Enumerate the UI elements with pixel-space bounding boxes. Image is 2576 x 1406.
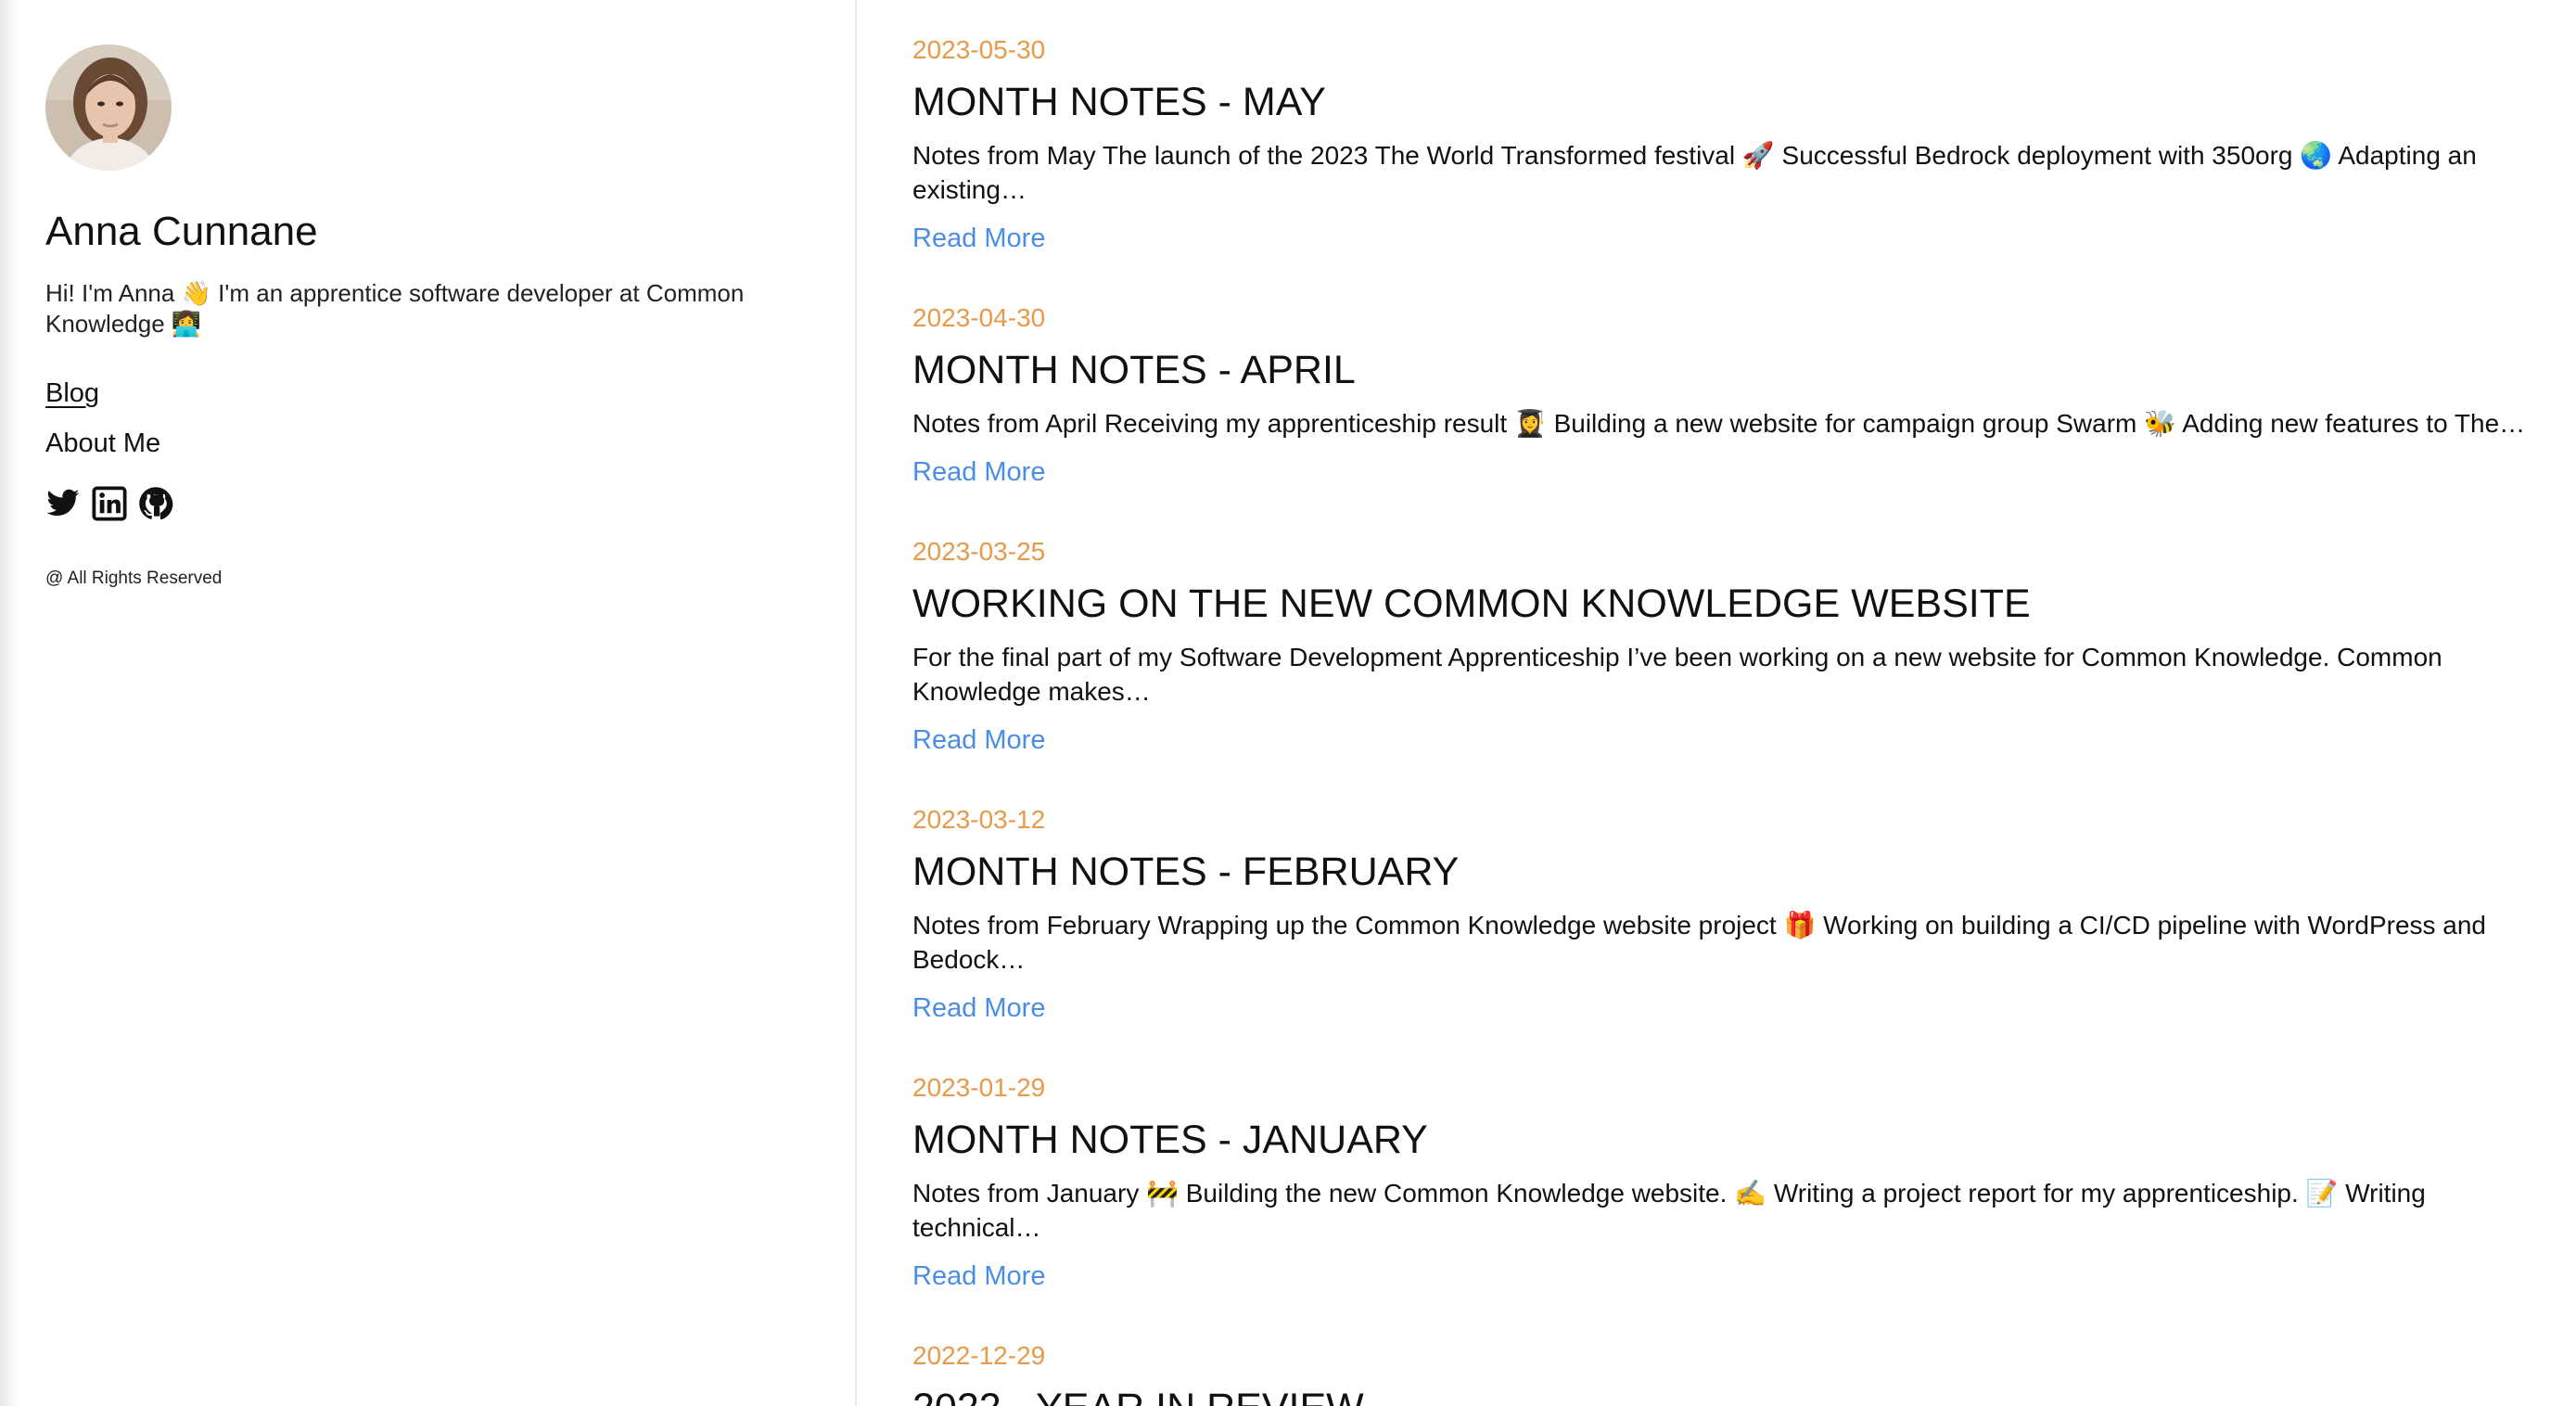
post-excerpt: Notes from May The launch of the 2023 Th… [912, 141, 2477, 204]
post-list: 2023-05-30 MONTH NOTES - MAY Notes from … [912, 0, 2563, 1406]
post-date: 2023-04-30 [912, 303, 1046, 332]
github-icon[interactable] [138, 486, 173, 521]
read-more-link[interactable]: Read More [912, 455, 1045, 489]
post-date: 2023-03-25 [912, 537, 1046, 566]
post-excerpt: Notes from January 🚧 Building the new Co… [912, 1179, 2426, 1242]
nav-link-about-me[interactable]: About Me [45, 427, 160, 460]
nav-link-blog[interactable]: Blog [45, 377, 99, 410]
blog-page: Anna Cunnane Hi! I'm Anna 👋 I'm an appre… [0, 0, 2576, 1406]
linkedin-icon[interactable] [92, 486, 127, 521]
sidebar: Anna Cunnane Hi! I'm Anna 👋 I'm an appre… [0, 0, 857, 1406]
read-more-link[interactable]: Read More [912, 723, 1045, 757]
post-date: 2022-12-29 [912, 1341, 1046, 1370]
post-title[interactable]: WORKING ON THE NEW COMMON KNOWLEDGE WEBS… [912, 579, 2031, 629]
post-excerpt: Notes from February Wrapping up the Comm… [912, 911, 2487, 974]
author-name: Anna Cunnane [45, 209, 318, 254]
post-title[interactable]: 2022 - YEAR IN REVIEW [912, 1383, 1364, 1406]
post-title[interactable]: MONTH NOTES - JANUARY [912, 1115, 1428, 1165]
read-more-link[interactable]: Read More [912, 222, 1045, 255]
post-title[interactable]: MONTH NOTES - FEBRUARY [912, 847, 1459, 897]
read-more-link[interactable]: Read More [912, 991, 1045, 1025]
post-excerpt: Notes from April Receiving my apprentice… [912, 409, 2526, 438]
post-excerpt: For the final part of my Software Develo… [912, 643, 2442, 706]
post-date: 2023-05-30 [912, 35, 1046, 64]
avatar [45, 45, 172, 171]
post-date: 2023-03-12 [912, 805, 1046, 834]
copyright-text: @ All Rights Reserved [45, 569, 223, 588]
read-more-link[interactable]: Read More [912, 1259, 1045, 1293]
avatar-portrait-image [45, 45, 172, 171]
author-bio: Hi! I'm Anna 👋 I'm an apprentice softwar… [45, 279, 745, 338]
post-date: 2023-01-29 [912, 1073, 1046, 1102]
post-title[interactable]: MONTH NOTES - MAY [912, 77, 1326, 127]
post-title[interactable]: MONTH NOTES - APRIL [912, 345, 1356, 395]
twitter-icon[interactable] [45, 486, 81, 521]
social-links [45, 486, 173, 521]
